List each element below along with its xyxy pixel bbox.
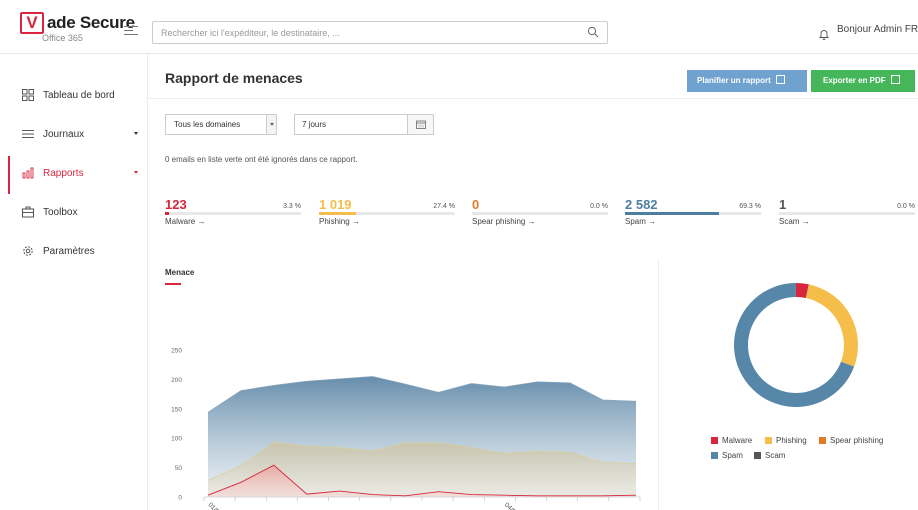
menu-toggle-icon[interactable]	[124, 26, 138, 36]
x-tick-label: 01/07/2019...	[207, 501, 239, 510]
sidebar-item-label: Rapports	[43, 168, 84, 179]
stat-phishing[interactable]: 1 019 27.4 % Phishing →	[319, 197, 455, 229]
logo-subtitle: Office 365	[42, 33, 83, 43]
sidebar-item-toolbox[interactable]: Toolbox	[0, 195, 148, 233]
vade-secure-logo[interactable]: V ade Secure Office 365	[20, 12, 140, 46]
gear-icon	[23, 246, 33, 256]
stat-label: Scam →	[779, 217, 810, 226]
stat-percent: 69.3 %	[739, 203, 761, 210]
bar-chart-icon	[22, 167, 34, 179]
stat-progress-fill	[625, 212, 720, 215]
stat-progress-bar	[779, 212, 915, 215]
stat-malware[interactable]: 123 3.3 % Malware →	[165, 197, 301, 229]
stat-label: Phishing →	[319, 217, 360, 226]
main-content: Rapport de menaces Planifier un rapport …	[148, 54, 918, 510]
threat-donut-chart[interactable]	[659, 259, 918, 429]
y-tick-label: 250	[171, 348, 182, 355]
y-tick-label: 200	[171, 377, 182, 384]
search-input[interactable]	[153, 22, 573, 43]
chevron-down-icon[interactable]	[266, 115, 276, 134]
stat-progress-bar	[472, 212, 608, 215]
stat-spear-phishing[interactable]: 0 0.0 % Spear phishing →	[472, 197, 608, 229]
sidebar-item-label: Journaux	[43, 129, 85, 140]
stat-value: 1	[779, 197, 787, 212]
list-icon	[22, 130, 34, 138]
stat-value: 1 019	[319, 197, 352, 212]
logo-mark: V	[20, 12, 44, 34]
sidebar-item-dashboard[interactable]: Tableau de bord	[0, 78, 148, 116]
app-window: V ade Secure Office 365 Bonjour Admin FR	[0, 0, 918, 510]
y-tick-label: 0	[178, 495, 182, 502]
bell-icon[interactable]	[818, 28, 830, 40]
search-icon[interactable]	[587, 26, 599, 38]
whitelist-note: 0 emails en liste verte ont été ignorés …	[165, 155, 358, 164]
user-greeting[interactable]: Bonjour Admin FR	[837, 24, 918, 35]
sidebar: Tableau de bord Journaux Rapports Toolbo…	[0, 54, 148, 510]
sidebar-item-journaux[interactable]: Journaux	[0, 117, 148, 155]
page-title: Rapport de menaces	[165, 70, 303, 86]
export-pdf-label: Exporter en PDF	[823, 76, 886, 85]
stat-percent: 0.0 %	[897, 203, 915, 210]
donut-slice-phishing[interactable]	[805, 284, 858, 367]
stat-percent: 0.0 %	[590, 203, 608, 210]
legend-item-phishing[interactable]: Phishing	[765, 436, 807, 445]
stat-progress-fill	[319, 212, 357, 215]
logo-wordmark: ade Secure	[47, 13, 135, 32]
chevron-down-icon	[134, 132, 138, 135]
stat-scam[interactable]: 1 0.0 % Scam →	[779, 197, 915, 229]
y-tick-label: 150	[171, 406, 182, 413]
sidebar-item-label: Tableau de bord	[43, 90, 115, 101]
domain-select[interactable]: Tous les domaines	[165, 114, 277, 135]
chevron-down-icon	[134, 171, 138, 174]
x-tick-label: 04/07/2019...	[503, 501, 535, 510]
stat-label: Malware →	[165, 217, 206, 226]
calendar-icon	[776, 75, 786, 85]
domain-select-value: Tous les domaines	[174, 120, 241, 129]
threat-donut-panel: Malware Phishing Spear phishing Spam Sca…	[659, 259, 918, 510]
period-value: 7 jours	[302, 120, 327, 129]
stat-label: Spear phishing →	[472, 217, 536, 226]
threat-chart-panel: 0 50 100 150 200 250 01/07/2019... 04/07/2019..…	[148, 259, 659, 510]
stat-value: 0	[472, 197, 480, 212]
threat-area-chart[interactable]: 0 50 100 150 200 250 01/07/2019... 04/07/2019..…	[148, 259, 659, 510]
top-bar: V ade Secure Office 365 Bonjour Admin FR	[0, 0, 918, 54]
period-field[interactable]: 7 jours	[294, 114, 434, 135]
stat-progress-fill	[165, 212, 170, 215]
grid-icon	[22, 89, 34, 101]
stat-progress-bar	[165, 212, 301, 215]
schedule-report-button[interactable]: Planifier un rapport	[687, 70, 807, 92]
chart-title-underline	[165, 283, 181, 285]
sidebar-item-label: Toolbox	[43, 207, 78, 218]
chart-title: Menace	[165, 268, 195, 277]
legend-item-scam[interactable]: Scam	[754, 451, 785, 460]
stat-percent: 27.4 %	[433, 203, 455, 210]
sidebar-item-label: Paramètres	[43, 246, 95, 257]
legend-item-spear-phishing[interactable]: Spear phishing	[819, 436, 883, 445]
stat-percent: 3.3 %	[283, 203, 301, 210]
page-header: Rapport de menaces Planifier un rapport …	[148, 54, 918, 99]
file-icon	[890, 75, 900, 85]
sidebar-item-rapports[interactable]: Rapports	[0, 156, 148, 194]
y-tick-label: 100	[171, 436, 182, 443]
stat-label: Spam →	[625, 217, 657, 226]
sidebar-item-parametres[interactable]: Paramètres	[0, 234, 148, 272]
date-picker-button[interactable]	[407, 115, 433, 134]
export-pdf-button[interactable]: Exporter en PDF	[811, 70, 915, 92]
stat-progress-bar	[625, 212, 761, 215]
stat-progress-bar	[319, 212, 455, 215]
schedule-report-label: Planifier un rapport	[697, 76, 771, 85]
toolbox-icon	[22, 206, 34, 218]
legend-item-spam[interactable]: Spam	[711, 451, 743, 460]
y-tick-label: 50	[175, 465, 183, 472]
legend-item-malware[interactable]: Malware	[711, 436, 752, 445]
stat-spam[interactable]: 2 582 69.3 % Spam →	[625, 197, 761, 229]
search-box	[152, 21, 608, 44]
stat-value: 2 582	[625, 197, 658, 212]
calendar-icon	[416, 120, 426, 129]
stat-value: 123	[165, 197, 187, 212]
